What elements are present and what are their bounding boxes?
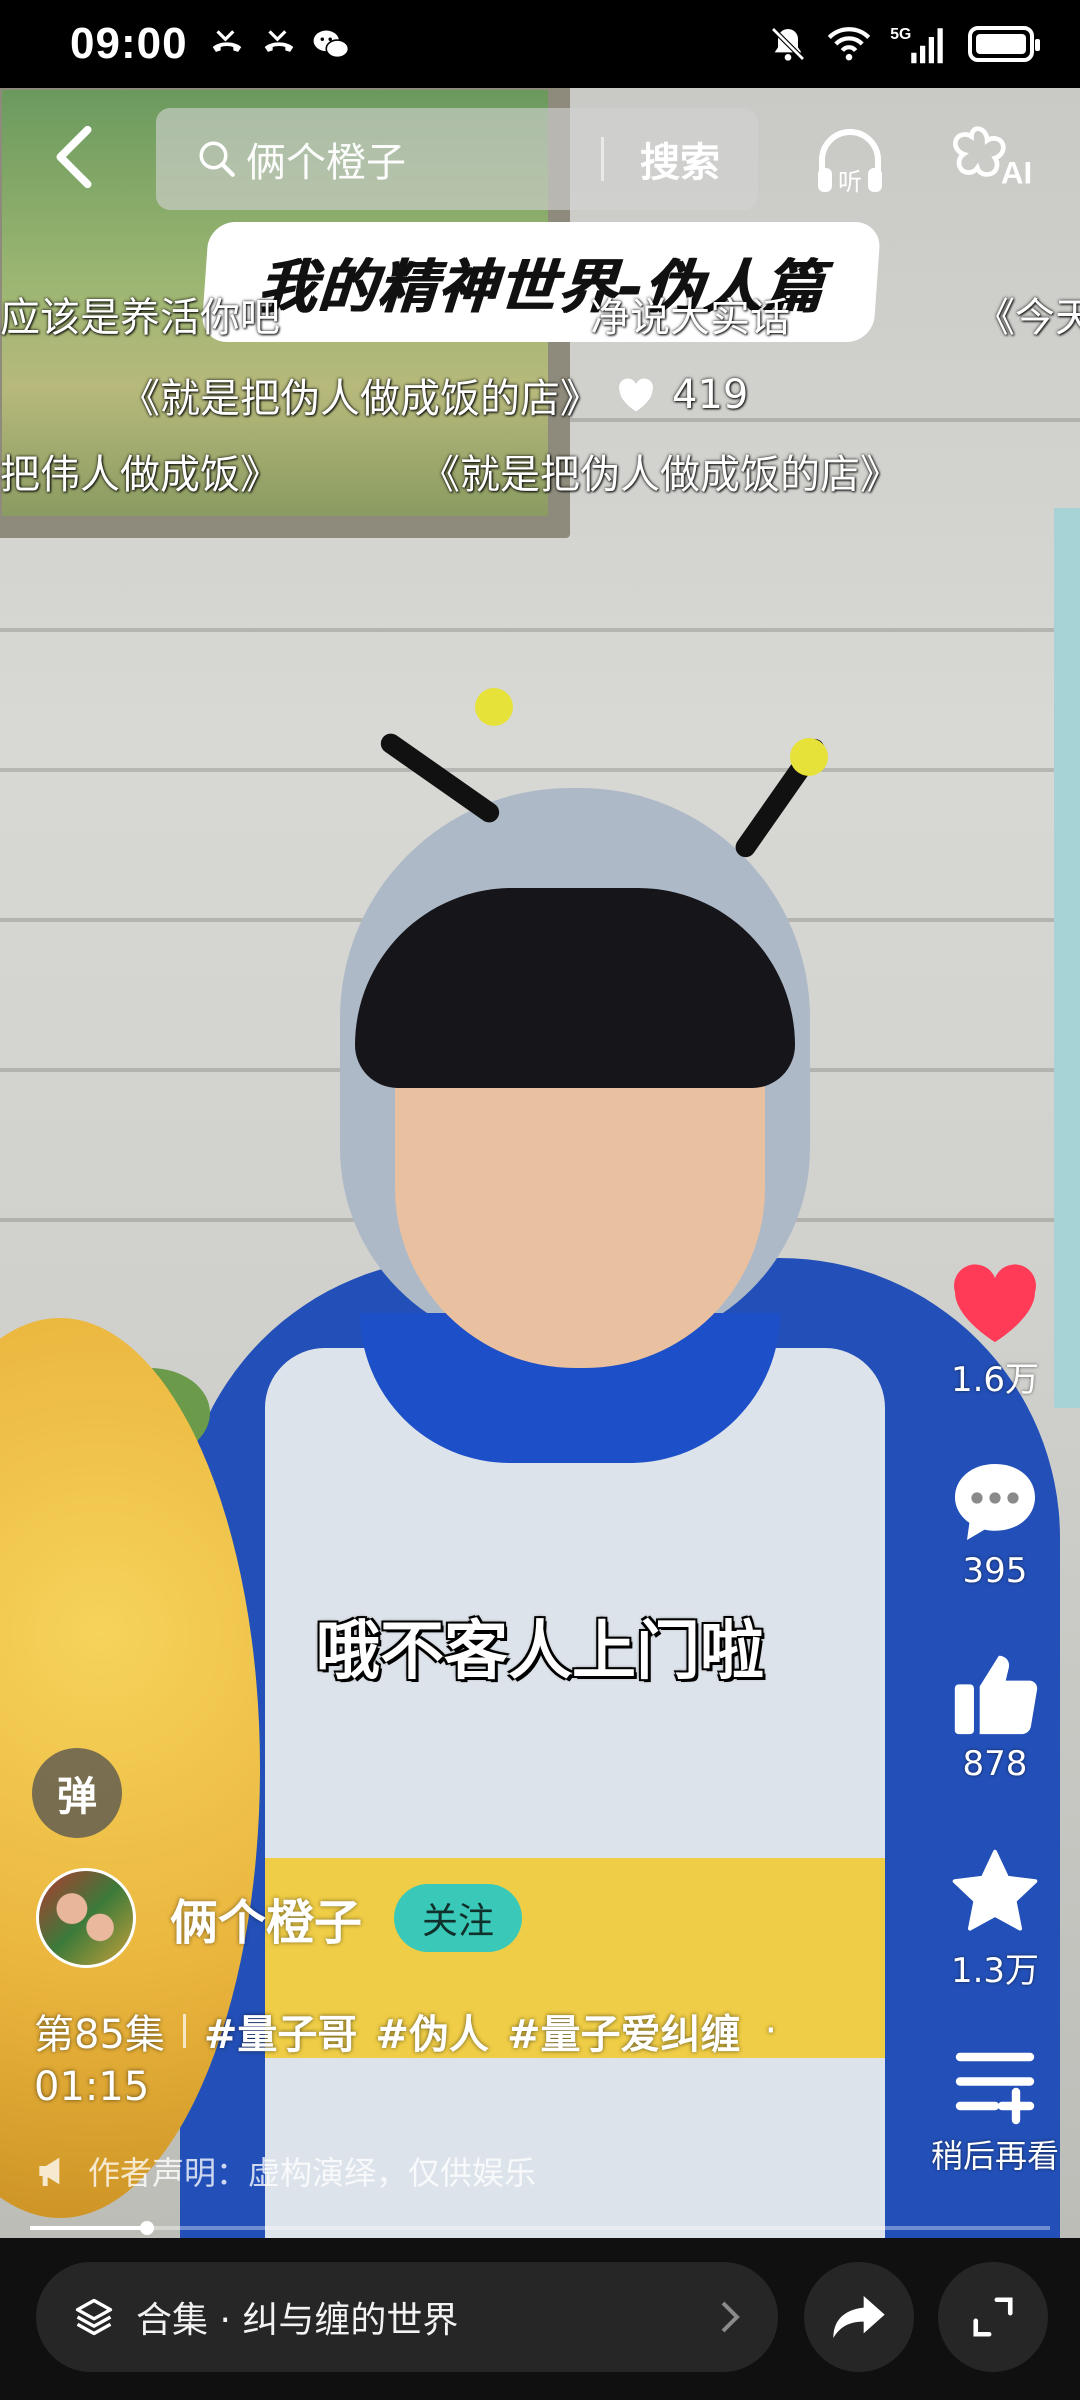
share-button[interactable] [804,2262,914,2372]
search-input[interactable]: 俩个橙子 [246,130,406,188]
watch-later-label: 稍后再看 [930,2137,1059,2175]
author-name[interactable]: 俩个橙子 [170,1883,362,1953]
disclaimer-text: 作者声明：虚构演绎，仅供娱乐 [88,2154,537,2192]
favorite-count: 1.3万 [950,1951,1040,1991]
person-hair [355,888,795,1088]
status-bar: 09:00 5G [0,0,1080,88]
watch-later-button[interactable]: 稍后再看 [915,2045,1075,2177]
top-bar: 俩个橙子 搜索 听 AI [0,100,1080,210]
share-arrow-icon [833,2296,885,2338]
bottom-bar: 合集 · 纠与缠的世界 [0,2238,1080,2400]
video-progress-bar[interactable] [30,2221,1050,2235]
author-disclaimer: 作者声明：虚构演绎，仅供娱乐 [36,2148,536,2194]
search-button[interactable]: 搜索 [604,130,758,188]
like-count: 1.6万 [950,1360,1040,1400]
antenna-right-tip [790,738,828,776]
ai-assistant-icon[interactable]: AI [950,120,1040,200]
search-bar[interactable]: 俩个橙子 搜索 [156,108,758,210]
danmaku-comment[interactable]: 把伟人做成饭》 [0,442,280,500]
danmaku-comment[interactable]: 净说大实话 [590,285,790,343]
recommend-count: 878 [962,1744,1028,1784]
comment-count: 395 [962,1551,1028,1591]
danmaku-comment-text: 《就是把伪人做成饭的店》 [120,376,600,422]
avatar[interactable] [36,1868,136,1968]
episode-label: 第85集 [34,2012,165,2058]
hashtag-link[interactable]: #量子爱纠缠 [507,2002,741,2060]
antenna-left [376,729,504,827]
5g-signal-icon: 5G [890,26,943,64]
chevron-right-icon [721,2301,740,2333]
add-to-list-icon [955,2052,1035,2125]
collection-button[interactable]: 合集 · 纠与缠的世界 [36,2262,778,2372]
fullscreen-button[interactable] [938,2262,1048,2372]
wall-plank [0,628,1080,632]
video-duration: 01:15 [34,2064,150,2110]
danmaku-like-count: 419 [672,372,749,418]
fullscreen-icon [973,2297,1013,2337]
person-apron [265,1348,885,2238]
megaphone-icon [39,2157,60,2186]
heart-icon [954,1264,1036,1342]
comment-button[interactable]: 395 [930,1455,1060,1591]
favorite-button[interactable]: 1.3万 [930,1845,1060,1992]
danmaku-comment[interactable]: 《就是把伪人做成饭的店》 [420,442,900,500]
wifi-icon [827,27,871,61]
hashtag-link[interactable]: #量子哥 [204,2002,358,2060]
author-row: 俩个橙子 关注 [36,1868,523,1968]
danmaku-comment[interactable]: 《今天 [975,285,1080,343]
meta-divider [182,2014,186,2048]
like-button[interactable]: 1.6万 [930,1258,1060,1401]
missed-call-icon [264,30,293,52]
danmaku-highlight[interactable]: 《就是把伪人做成饭的店》 419 [120,366,748,424]
status-time: 09:00 [70,19,188,68]
comment-icon [955,1464,1035,1540]
search-icon [199,141,235,177]
danmaku-toggle-button[interactable]: 弹 [32,1748,122,1838]
danmaku-comment[interactable]: 应该是养活你吧 [0,285,280,343]
battery-icon [968,26,1040,62]
video-subtitle: 哦不客人上门啦 [316,1615,764,1689]
follow-button[interactable]: 关注 [394,1884,523,1952]
collection-label: 合集 · 纠与缠的世界 [136,2300,459,2341]
video-description: 第85集 #量子哥 #伪人 #量子爱纠缠 · [34,2002,784,2060]
wechat-icon [313,30,349,59]
network-label: 5G [890,26,911,43]
listen-label: 听 [838,168,862,196]
ai-label: AI [1001,155,1032,190]
follow-label: 关注 [422,1901,495,1942]
headphones-icon[interactable]: 听 [810,120,890,200]
thumbs-up-icon [954,1655,1038,1735]
wall-plank [0,768,1080,772]
recommend-button[interactable]: 878 [930,1650,1060,1784]
back-icon[interactable] [44,122,104,192]
star-icon [952,1849,1038,1931]
progress-played [30,2226,148,2230]
hashtag-link[interactable]: #伪人 [375,2002,489,2060]
meta-dot: · [764,2008,778,2054]
layers-icon [75,2298,113,2336]
heart-outline-icon[interactable] [614,375,658,415]
missed-call-icon [212,30,241,52]
mute-icon [771,27,805,61]
antenna-left-tip [475,688,513,726]
